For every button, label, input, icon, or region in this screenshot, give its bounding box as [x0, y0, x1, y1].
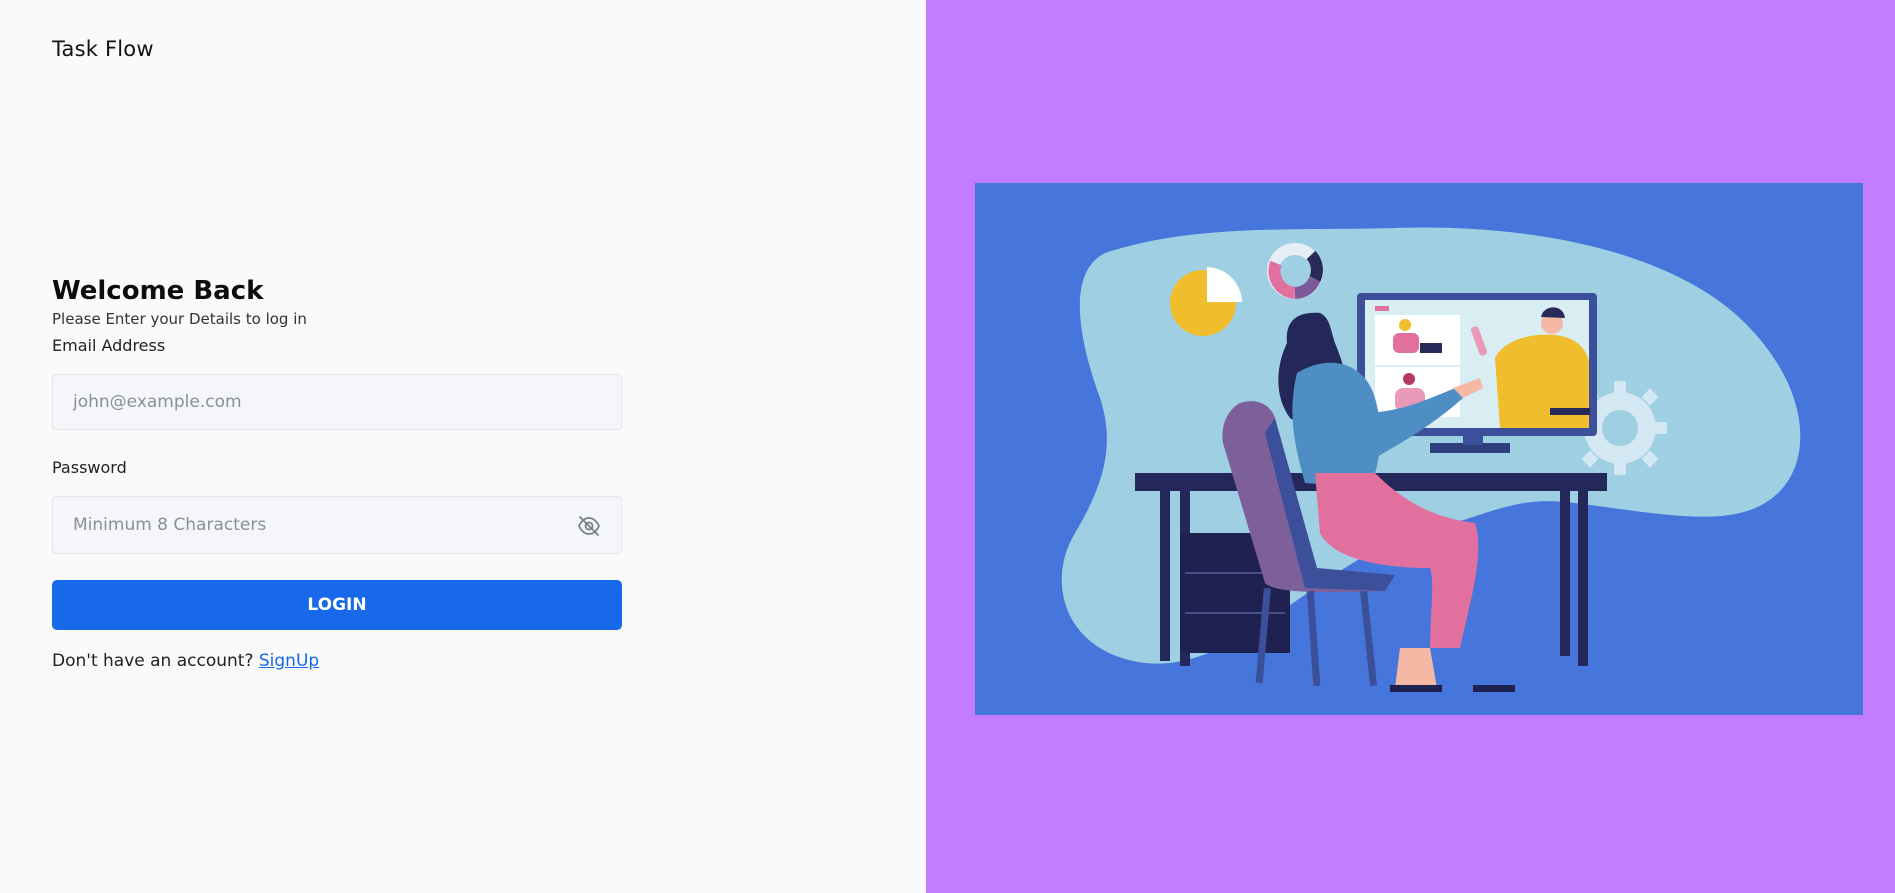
- signup-prompt: Don't have an account?: [52, 651, 254, 671]
- password-label: Password: [52, 458, 127, 477]
- password-field-container: [52, 496, 622, 554]
- signup-link[interactable]: SignUp: [259, 651, 319, 671]
- signup-row: Don't have an account? SignUp: [52, 651, 319, 671]
- page-subtitle: Please Enter your Details to log in: [52, 310, 307, 328]
- workspace-illustration: [975, 183, 1863, 715]
- eye-off-icon[interactable]: [577, 515, 601, 537]
- page-title: Welcome Back: [52, 276, 264, 306]
- email-field-container: [52, 374, 622, 430]
- email-label: Email Address: [52, 336, 166, 355]
- email-field[interactable]: [53, 375, 621, 429]
- brand-title: Task Flow: [52, 37, 154, 61]
- login-panel: Task Flow Welcome Back Please Enter your…: [0, 0, 926, 893]
- login-button[interactable]: LOGIN: [52, 580, 622, 630]
- password-field[interactable]: [53, 497, 621, 553]
